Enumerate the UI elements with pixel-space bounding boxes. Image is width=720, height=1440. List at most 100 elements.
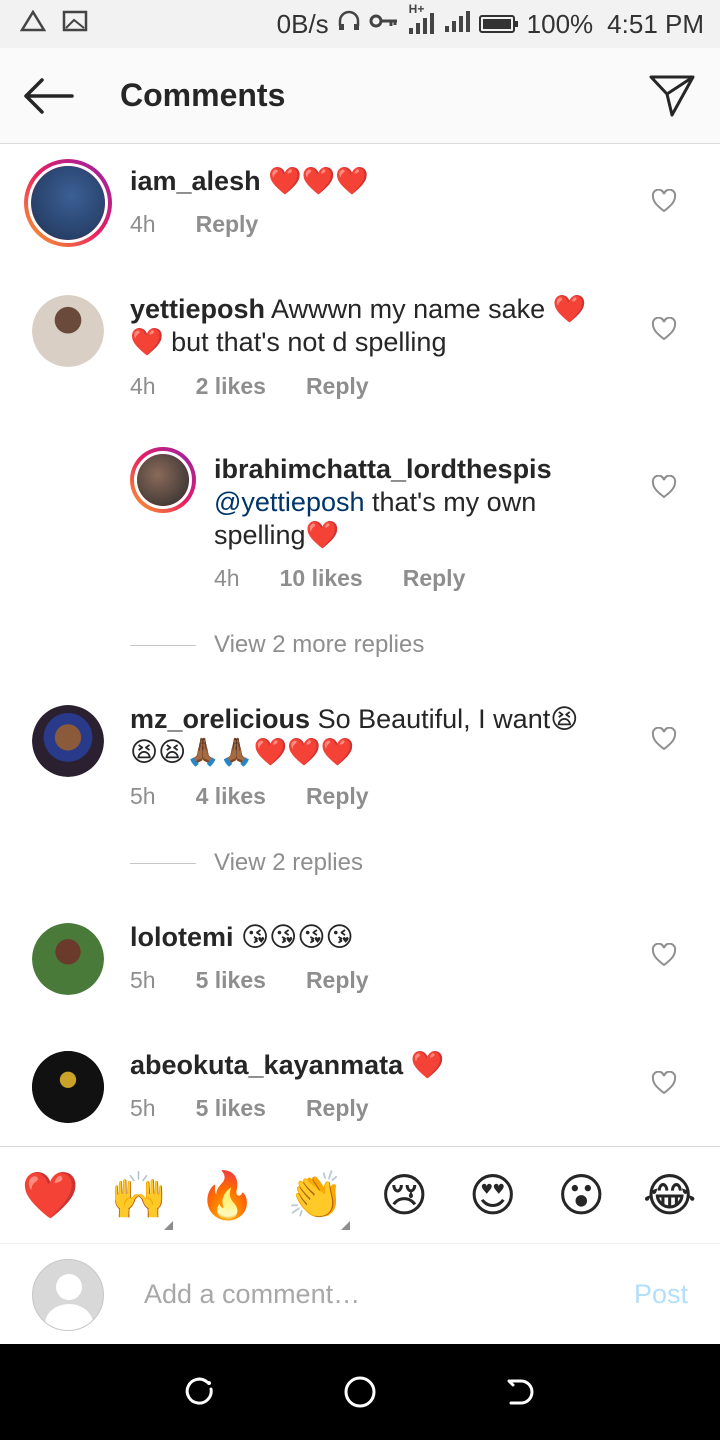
- like-button[interactable]: [648, 185, 680, 217]
- image-icon: [62, 10, 88, 38]
- reply-button[interactable]: Reply: [306, 967, 369, 994]
- reply-button[interactable]: Reply: [306, 1095, 369, 1122]
- avatar-head: [56, 1273, 82, 1300]
- avatar[interactable]: [32, 705, 104, 777]
- reply-button[interactable]: Reply: [306, 783, 369, 810]
- battery-icon: [478, 15, 518, 33]
- comment-time: 4h: [130, 373, 156, 399]
- comment-input[interactable]: [144, 1279, 634, 1310]
- likes-count[interactable]: 5 likes: [196, 967, 266, 994]
- recent-apps-icon: [185, 1377, 213, 1405]
- likes-count[interactable]: 10 likes: [280, 565, 363, 592]
- comment-username[interactable]: ibrahimchatta_lordthespis: [214, 454, 552, 484]
- like-button[interactable]: [648, 471, 680, 503]
- send-icon: [649, 75, 695, 116]
- divider-line: [130, 644, 196, 646]
- direct-share-button[interactable]: [624, 48, 720, 144]
- comments-list[interactable]: iam_alesh ❤️❤️❤️ 4h Reply yettieposh Aww…: [0, 145, 720, 1145]
- like-button[interactable]: [648, 939, 680, 971]
- comment-text: mz_orelicious So Beautiful, I want😫😫😫🙏🏾🙏…: [130, 703, 600, 769]
- recent-apps-button[interactable]: [180, 1372, 220, 1412]
- comment-content: ❤️❤️❤️: [268, 166, 369, 196]
- home-button[interactable]: [340, 1372, 380, 1412]
- heart-outline-icon: [651, 1071, 677, 1095]
- emoji-crying-button[interactable]: 😢: [364, 1146, 444, 1244]
- emoji-raised-hands-button[interactable]: 🙌: [99, 1146, 179, 1244]
- warning-icon: [19, 9, 47, 38]
- comment-text: iam_alesh ❤️❤️❤️: [130, 165, 600, 198]
- comment-time: 5h: [130, 967, 156, 993]
- comment-meta: 4h 2 likes Reply: [130, 373, 369, 400]
- heart-outline-icon: [651, 943, 677, 967]
- avatar-image: [28, 163, 108, 243]
- avatar-photo: [32, 1051, 104, 1123]
- likes-count[interactable]: 5 likes: [196, 1095, 266, 1122]
- like-button[interactable]: [648, 313, 680, 345]
- comment-composer: Post: [0, 1245, 720, 1344]
- comment-username[interactable]: mz_orelicious: [130, 704, 310, 734]
- battery-level: 100%: [526, 8, 594, 39]
- emoji-laughing-button[interactable]: 😂: [630, 1146, 710, 1244]
- back-nav-button[interactable]: [500, 1372, 540, 1412]
- avatar-photo: [32, 705, 104, 777]
- heart-outline-icon: [651, 475, 677, 499]
- emoji-surprised-button[interactable]: 😮: [541, 1146, 621, 1244]
- likes-count[interactable]: 4 likes: [196, 783, 266, 810]
- view-more-replies[interactable]: View 2 more replies: [130, 631, 424, 659]
- comment-meta: 4h 10 likes Reply: [214, 565, 465, 592]
- avatar[interactable]: [130, 447, 196, 513]
- net-speed: 0B/s: [276, 8, 329, 39]
- avatar-photo: [32, 295, 104, 367]
- comment-content: 😘😘😘😘: [241, 922, 354, 952]
- comment-meta: 5h 4 likes Reply: [130, 783, 369, 810]
- avatar-photo: [31, 166, 105, 240]
- avatar[interactable]: [32, 923, 104, 995]
- key-icon: [369, 11, 399, 37]
- avatar[interactable]: [24, 159, 112, 247]
- heart-outline-icon: [651, 317, 677, 341]
- arrow-left-icon: [24, 77, 74, 114]
- emoji-heart-eyes-button[interactable]: 😍: [453, 1146, 533, 1244]
- view-replies-label: View 2 replies: [214, 849, 363, 876]
- like-button[interactable]: [648, 1067, 680, 1099]
- back-nav-icon: [507, 1379, 534, 1405]
- mention-link[interactable]: @yettieposh: [214, 487, 365, 517]
- system-nav-bar: [0, 1344, 720, 1440]
- likes-count[interactable]: 2 likes: [196, 373, 266, 400]
- clock: 4:51 PM: [607, 8, 704, 39]
- comment-text: ibrahimchatta_lordthespis @yettieposh th…: [214, 453, 594, 552]
- comment-time: 5h: [130, 1095, 156, 1121]
- avatar[interactable]: [32, 1051, 104, 1123]
- status-left: [19, 9, 88, 38]
- headphones-icon: [337, 10, 361, 38]
- header: Comments: [0, 48, 720, 144]
- comment-username[interactable]: yettieposh: [130, 294, 265, 324]
- signal-icon-2: [443, 10, 471, 38]
- heart-outline-icon: [651, 189, 677, 213]
- avatar-photo: [137, 454, 189, 506]
- emoji-heart-button[interactable]: ❤️: [10, 1146, 90, 1244]
- back-button[interactable]: [0, 48, 96, 144]
- emoji-clap-button[interactable]: 👏: [276, 1146, 356, 1244]
- avatar[interactable]: [32, 295, 104, 367]
- comment-username[interactable]: abeokuta_kayanmata: [130, 1050, 403, 1080]
- page-title: Comments: [120, 77, 286, 113]
- network-type: H+: [408, 1, 425, 16]
- comment-username[interactable]: iam_alesh: [130, 166, 261, 196]
- comment-meta: 4h Reply: [130, 211, 258, 238]
- emoji-fire-button[interactable]: 🔥: [187, 1146, 267, 1244]
- reply-button[interactable]: Reply: [306, 373, 369, 400]
- reply-button[interactable]: Reply: [196, 211, 259, 238]
- comment-username[interactable]: lolotemi: [130, 922, 234, 952]
- post-button[interactable]: Post: [634, 1279, 688, 1310]
- avatar-photo: [32, 923, 104, 995]
- comment-time: 4h: [130, 211, 156, 237]
- avatar-image: [134, 451, 192, 509]
- comment-text: yettieposh Awwwn my name sake ❤️ ❤️ but …: [130, 293, 600, 359]
- comment-content: ❤️: [410, 1050, 445, 1080]
- reply-button[interactable]: Reply: [403, 565, 466, 592]
- status-bar: 0B/s H+ 100% 4:51 PM: [0, 0, 720, 48]
- view-replies[interactable]: View 2 replies: [130, 849, 363, 877]
- status-right: 0B/s H+ 100% 4:51 PM: [276, 2, 704, 40]
- like-button[interactable]: [648, 723, 680, 755]
